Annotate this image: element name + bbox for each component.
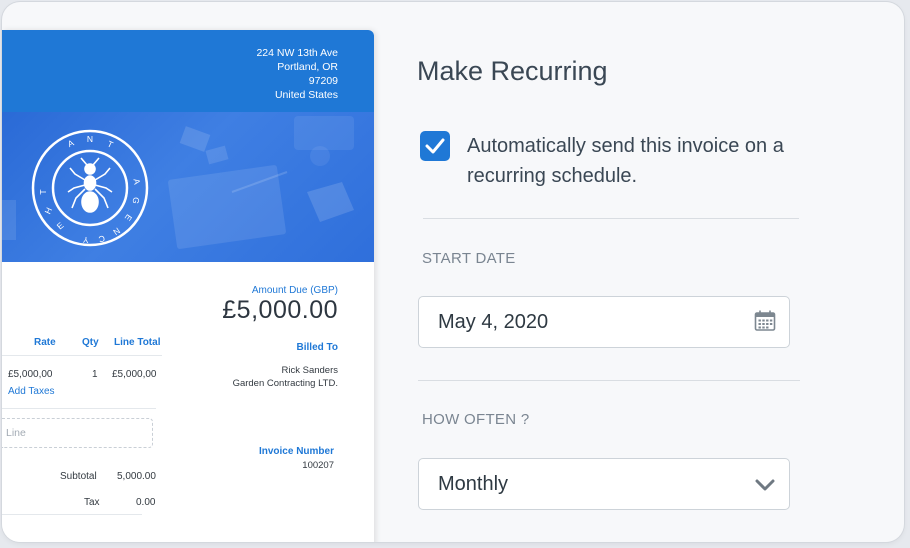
calendar-icon[interactable] [753,309,777,333]
section-divider [423,218,799,219]
app-window: 224 NW 13th Ave Portland, OR 97209 Unite… [2,2,904,542]
svg-text:E: E [55,220,66,232]
invoice-number-value: 100207 [302,460,334,471]
address-line: 224 NW 13th Ave [256,47,338,59]
column-header-qty: Qty [82,337,99,348]
section-divider [418,380,800,381]
svg-text:A: A [132,178,143,186]
line-item-qty: 1 [92,369,98,380]
start-date-label: START DATE [422,250,516,267]
page-title: Make Recurring [417,56,608,86]
line-item-rate: £5,000,00 [8,369,53,380]
svg-text:C: C [98,233,107,244]
billed-to: Rick Sanders Garden Contracting LTD. [233,364,338,390]
subtotal-label: Subtotal [60,471,97,482]
invoice-header: 224 NW 13th Ave Portland, OR 97209 Unite… [2,30,374,112]
client-company: Garden Contracting LTD. [232,378,338,389]
add-line-button[interactable]: Line [2,418,153,448]
add-taxes-link[interactable]: Add Taxes [8,386,55,397]
column-header-rate: Rate [34,337,56,348]
how-often-label: HOW OFTEN ? [422,411,530,428]
invoice-preview: 224 NW 13th Ave Portland, OR 97209 Unite… [2,30,374,542]
amount-due-value: £5,000.00 [222,296,338,324]
invoice-banner: N A T T H E A G E N C Y [2,112,374,262]
start-date-value: May 4, 2020 [438,311,549,333]
tax-value: 0.00 [136,497,156,508]
chevron-down-icon[interactable] [753,473,777,497]
add-line-placeholder: Line [6,427,26,439]
invoice-number-label: Invoice Number [258,446,334,457]
billed-to-label: Billed To [296,342,338,353]
start-date-field[interactable]: May 4, 2020 [418,296,790,348]
address-line: 97209 [308,75,338,87]
table-header-divider [2,355,162,356]
company-address: 224 NW 13th Ave Portland, OR 97209 Unite… [256,46,338,102]
client-name: Rick Sanders [281,365,339,376]
how-often-select[interactable]: Monthly [418,458,790,510]
svg-text:N: N [87,134,93,144]
auto-send-label[interactable]: Automatically send this invoice on a rec… [467,131,817,191]
svg-text:A: A [66,137,76,149]
address-line: United States [274,89,338,101]
column-header-line-total: Line Total [114,337,161,348]
auto-send-checkbox[interactable] [420,131,450,161]
totals-divider [2,514,142,515]
address-line: Portland, OR [277,61,338,73]
svg-text:E: E [123,213,135,224]
svg-text:H: H [42,206,54,216]
line-item-total: £5,000,00 [112,369,157,380]
how-often-value: Monthly [438,473,509,495]
svg-text:G: G [130,196,141,204]
svg-text:T: T [38,189,48,194]
svg-text:Y: Y [82,235,89,245]
checkmark-icon [425,138,445,154]
line-item-divider [2,408,156,409]
svg-text:T: T [106,139,115,150]
amount-due-label: Amount Due (GBP) [251,285,338,296]
subtotal-value: 5,000.00 [117,471,156,482]
ant-agency-logo: N A T T H E A G E N C Y [31,129,149,247]
svg-text:N: N [111,226,122,238]
tax-label: Tax [84,497,100,508]
